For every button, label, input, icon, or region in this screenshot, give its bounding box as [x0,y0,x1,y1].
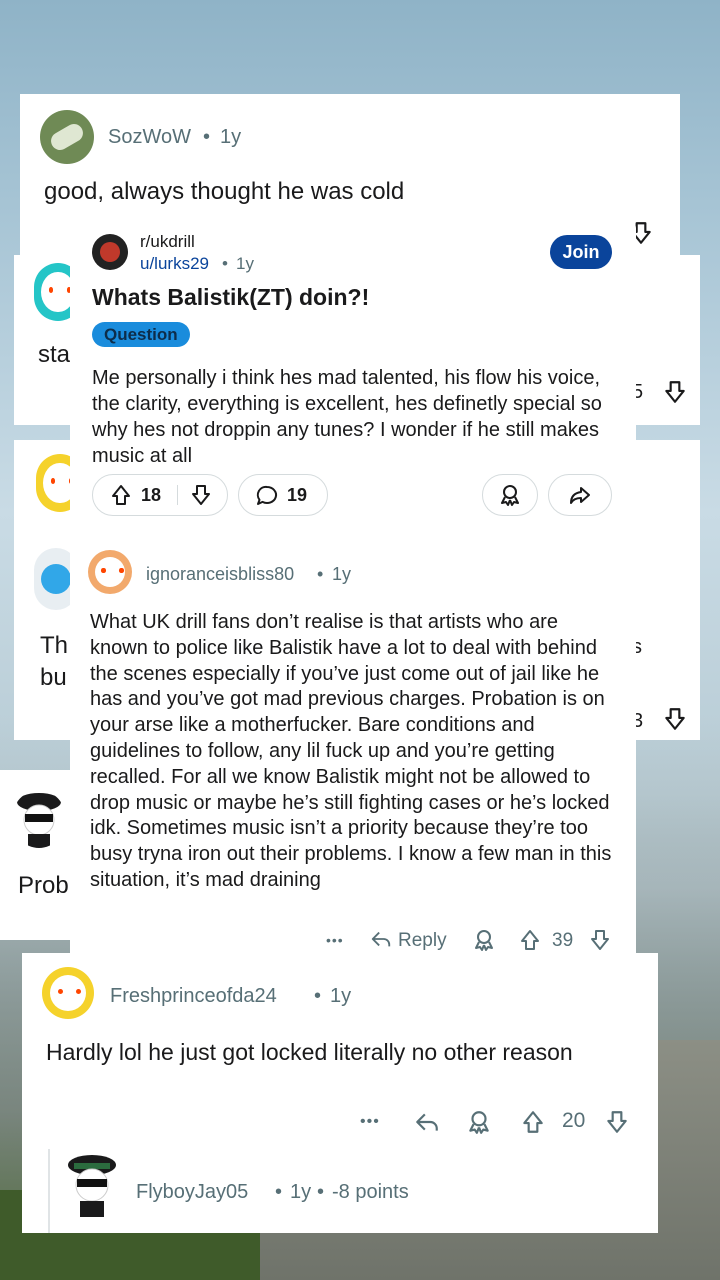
avatar[interactable] [88,550,132,594]
upvote-icon[interactable] [520,1109,546,1135]
comment-username[interactable]: Freshprinceofda24 [110,985,277,1008]
avatar[interactable] [12,790,66,848]
comment-count: 19 [287,485,308,505]
downvote-icon[interactable] [662,379,688,405]
partial-text-prob: Prob [18,872,69,899]
join-button[interactable]: Join [550,235,612,269]
award-button[interactable] [482,474,538,516]
comment-username[interactable]: FlyboyJay05 [136,1181,248,1204]
dot-separator: • [317,564,324,584]
comment-points: -8 points [332,1181,409,1203]
share-button[interactable] [548,474,612,516]
upvote-icon[interactable] [518,928,542,952]
partial-text-sta: sta [38,341,71,368]
comment-body: good, always thought he was cold [44,178,405,205]
vote-count: 18 [141,485,162,505]
vote-count: 39 [552,930,574,951]
post-card: r/ukdrill u/lurks29 • 1y Join Whats Bali… [70,222,636,530]
dot-separator: • [203,126,211,148]
post-age: 1y [236,254,254,273]
comment-body: Hardly lol he just got locked literally … [46,1039,573,1065]
vote-count: 20 [562,1109,586,1132]
downvote-icon[interactable] [189,483,213,507]
downvote-icon[interactable] [662,706,688,732]
award-icon[interactable] [466,1109,492,1135]
comment-card-ignoranceisbliss: ignoranceisbliss80 • 1y What UK drill fa… [70,540,636,960]
award-icon[interactable] [472,928,496,952]
dot-separator: • [222,254,228,273]
reply-icon[interactable] [414,1109,440,1135]
comment-age: 1y [290,1181,312,1203]
post-body: Me personally i think hes mad talented, … [92,367,602,467]
subreddit-avatar[interactable] [92,234,128,270]
vote-divider [177,485,178,505]
avatar[interactable] [42,967,94,1019]
partial-text-th: Th [40,632,69,659]
dot-separator: • [317,1181,325,1203]
subreddit-name[interactable]: r/ukdrill [140,232,195,252]
award-icon [498,483,522,507]
comment-icon [255,484,279,508]
more-icon[interactable]: ••• [360,1113,380,1131]
dot-separator: • [314,985,322,1007]
comment-age: 1y [330,985,352,1007]
avatar[interactable] [62,1153,122,1217]
comments-button[interactable]: 19 [238,474,328,516]
comment-age: 1y [332,564,352,584]
post-title[interactable]: Whats Balistik(ZT) doin?! [92,284,369,311]
downvote-icon[interactable] [588,928,612,952]
thread-line [48,1149,50,1233]
comment-card-freshprince: Freshprinceofda24 • 1y Hardly lol he jus… [22,953,658,1233]
post-author[interactable]: u/lurks29 [140,254,209,274]
downvote-icon[interactable] [604,1109,630,1135]
dot-separator: • [275,1181,283,1203]
comment-username[interactable]: SozWoW [108,126,191,149]
upvote-icon[interactable] [109,483,133,507]
vote-pill: 18 [92,474,228,516]
comment-age: 1y [220,126,242,148]
share-icon [568,483,592,507]
comment-username[interactable]: ignoranceisbliss80 [146,564,294,585]
reply-button[interactable]: Reply [398,930,447,952]
partial-text-bu: bu [40,664,67,691]
comment-body: What UK drill fans don’t realise is that… [90,611,612,891]
comment-card-background-5: Prob [0,770,80,940]
reply-icon[interactable] [370,928,392,950]
more-icon[interactable]: ••• [326,932,344,948]
avatar[interactable] [40,110,94,164]
post-flair[interactable]: Question [92,322,190,347]
